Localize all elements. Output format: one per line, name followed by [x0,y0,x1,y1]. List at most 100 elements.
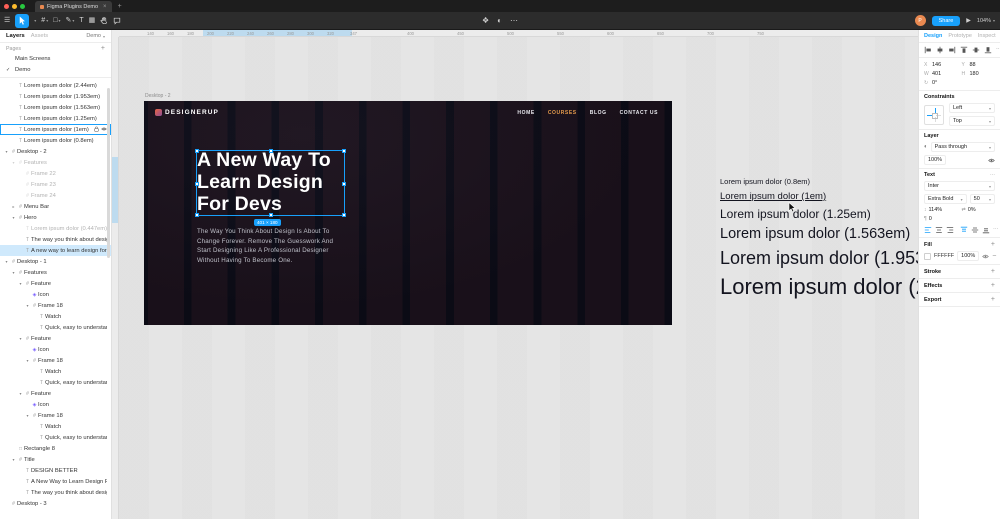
hand-tool-button[interactable] [100,16,108,25]
selection-handle-sw[interactable] [195,213,199,217]
layer-row[interactable]: # Frame 22 [0,168,111,179]
layer-row[interactable]: ◈ Icon [0,289,111,300]
layer-row[interactable]: TThe way you think about design is abo..… [0,234,111,245]
layer-row[interactable]: T Lorem ipsum dolor (1.953em) [0,91,111,102]
selection-handle-n[interactable] [269,149,273,153]
layer-row[interactable]: T Watch [0,311,111,322]
add-fill-button[interactable]: + [991,241,995,248]
font-family-dropdown[interactable]: Inter ▾ [924,181,995,191]
align-horizontal-center-button[interactable] [936,46,944,54]
tab-design[interactable]: Design [924,33,942,39]
expand-arrow-icon[interactable]: ▾ [3,259,10,264]
align-vertical-center-button[interactable] [972,46,980,54]
layer-row[interactable]: ▾ # Desktop - 2 [0,146,111,157]
layer-row[interactable]: ▾ # Features [0,157,111,168]
layer-row[interactable]: TA New Way to Learn Design For Devs [0,476,111,487]
expand-arrow-icon[interactable]: ▾ [24,358,31,363]
remove-fill-button[interactable]: − [992,253,996,260]
layer-row[interactable]: TQuick, easy to understand ma... [0,322,111,333]
expand-arrow-icon[interactable]: ▾ [10,160,17,165]
pen-tool-button[interactable]: ✎ ▾ [65,17,74,24]
hero-nav-item-courses[interactable]: COURSES [548,110,577,116]
x-position-field[interactable]: X 146 [924,62,958,68]
layer-row[interactable]: ◈ Icon [0,344,111,355]
text-more-options-button[interactable]: ⋯ [993,227,999,233]
project-dropdown[interactable]: Demo ▾ [86,33,105,39]
layer-row[interactable]: # Desktop - 3 [0,498,111,509]
new-tab-button[interactable]: + [118,3,122,10]
layer-visibility-toggle[interactable] [988,158,995,163]
horizontal-constraint-dropdown[interactable]: Left ▾ [949,103,995,113]
type-scale-line[interactable]: Lorem ipsum dolor (0.8em) [720,178,918,187]
layer-opacity-field[interactable]: 100% [924,155,947,165]
layer-row[interactable]: ▾ # Title [0,454,111,465]
hero-paragraph-text[interactable]: The Way You Think About Design Is About … [197,227,345,265]
text-align-top-button[interactable] [960,226,968,234]
expand-arrow-icon[interactable]: ▾ [10,270,17,275]
layer-row[interactable]: T Lorem ipsum dolor (2.44em) [0,80,111,91]
type-scale-line[interactable]: Lorem ipsum dolor (1.563em) [720,226,918,243]
present-button[interactable]: ▶ [966,17,971,24]
width-field[interactable]: W 401 [924,71,958,77]
selection-handle-se[interactable] [342,213,346,217]
expand-arrow-icon[interactable]: ▾ [17,281,24,286]
constraints-widget[interactable] [924,104,944,125]
share-button[interactable]: Share [931,15,961,26]
layer-row[interactable]: ▾ # Frame 18 [0,410,111,421]
text-align-left-button[interactable] [924,226,932,234]
create-component-button[interactable]: ❖ [482,16,489,25]
lock-layer-icon[interactable] [94,126,99,134]
align-top-button[interactable] [960,46,968,54]
use-as-mask-button[interactable]: ◐ [497,16,502,25]
hero-nav-item-contact-us[interactable]: CONTACT US [620,110,658,116]
expand-arrow-icon[interactable]: ▾ [10,457,17,462]
text-align-right-button[interactable] [946,226,954,234]
letter-spacing-field[interactable]: ⇄ 0% [962,207,996,213]
move-tool-button[interactable] [15,13,30,28]
avatar[interactable]: P [914,15,926,26]
selection-handle-ne[interactable] [342,149,346,153]
type-scale-line[interactable]: Lorem ipsum dolor (1.25em) [720,207,918,222]
expand-arrow-icon[interactable]: ▾ [17,336,24,341]
height-field[interactable]: H 180 [962,71,996,77]
layer-row[interactable]: ▾ # Frame 18 [0,300,111,311]
main-menu-icon[interactable]: ☰ [4,17,10,24]
hero-nav-item-home[interactable]: HOME [517,110,534,116]
blend-mode-dropdown[interactable]: Pass through ▾ [930,142,995,152]
layers-scrollbar[interactable] [107,88,110,258]
hero-nav-item-blog[interactable]: BLOG [590,110,607,116]
layer-row[interactable]: ▸ # Menu Bar [0,201,111,212]
tab-assets[interactable]: Assets [31,33,48,39]
fill-color-swatch[interactable] [924,252,931,260]
frame-name-label[interactable]: Desktop - 2 [145,93,171,99]
expand-arrow-icon[interactable]: ▸ [10,204,17,209]
add-effect-button[interactable]: + [991,282,995,289]
layer-row[interactable]: ▾ # Desktop - 1 [0,256,111,267]
vertical-constraint-dropdown[interactable]: Top ▾ [949,116,995,126]
font-weight-dropdown[interactable]: Extra Bold ▾ [924,194,967,204]
layer-row[interactable]: # Frame 23 [0,179,111,190]
align-left-button[interactable] [924,46,932,54]
selection-handle-e[interactable] [342,182,346,186]
canvas[interactable]: 140 160 180 200 220 240 260 280 300 320 347 400 450 5… [112,30,918,519]
rotation-field[interactable]: ↻ 0° [924,80,958,86]
selection-box[interactable] [195,149,346,217]
more-options-button[interactable]: ⋯ [510,16,518,25]
expand-arrow-icon[interactable]: ▾ [24,413,31,418]
shape-tool-button[interactable]: □ ▾ [53,17,60,24]
file-tab[interactable]: Figma Plugins Demo × [35,1,112,12]
layer-row[interactable]: TA new way to learn design for devs [0,245,111,256]
selection-handle-nw[interactable] [195,149,199,153]
layer-row[interactable]: T Lorem ipsum dolor (0.8em) [0,135,111,146]
text-tool-button[interactable]: T [79,17,83,24]
text-align-center-button[interactable] [935,226,943,234]
move-tool-chevron-icon[interactable]: ▾ [34,18,36,23]
layer-row[interactable]: ▾ # Feature [0,278,111,289]
line-height-field[interactable]: ↕ 114% [924,207,958,213]
text-align-bottom-button[interactable] [982,226,990,234]
layer-row[interactable]: ▾ # Feature [0,333,111,344]
layer-row[interactable]: ▾ # Hero [0,212,111,223]
layer-row[interactable]: T Lorem ipsum dolor (1.25em) [0,113,111,124]
tab-layers[interactable]: Layers [6,33,25,39]
type-settings-button[interactable]: ⋯ [990,172,995,178]
